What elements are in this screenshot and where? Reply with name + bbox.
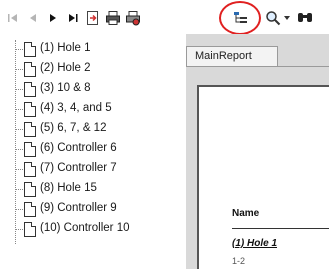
document-icon [24,82,36,97]
find-icon[interactable] [296,9,314,27]
tree-item-label: (4) 3, 4, and 5 [40,102,112,114]
tree-branch-line [15,149,23,150]
document-icon [24,102,36,117]
tree-item[interactable]: (5) 6, 7, & 12 [0,120,185,140]
annotation-circle [219,1,261,35]
tree-item[interactable]: (9) Controller 9 [0,200,185,220]
tree-item-label: (9) Controller 9 [40,202,117,214]
tree-item-label: (10) Controller 10 [40,222,130,234]
print-icon[interactable] [104,9,122,27]
report-toolbar [0,0,329,35]
document-icon [24,42,36,57]
tree-item[interactable]: (1) Hole 1 [0,40,185,60]
export-icon[interactable] [84,9,102,27]
tree-branch-line [15,89,23,90]
tree-item[interactable]: (6) Controller 6 [0,140,185,160]
document-icon [24,182,36,197]
tree-branch-line [15,209,23,210]
document-icon [24,162,36,177]
report-row-link[interactable]: (1) Hole 1 [232,238,277,249]
tree-item[interactable]: (7) Controller 7 [0,160,185,180]
next-page-icon[interactable] [44,9,62,27]
report-row-subtext: 1-2 [232,256,246,266]
last-page-icon[interactable] [64,9,82,27]
tree-item-label: (1) Hole 1 [40,42,91,54]
document-icon [24,122,36,137]
document-icon [24,202,36,217]
document-icon [24,62,36,77]
prev-page-icon[interactable] [24,9,42,27]
zoom-icon[interactable] [264,9,282,27]
tree-branch-line [15,129,23,130]
tree-branch-line [15,229,23,230]
header-divider [232,228,329,229]
tab-mainreport[interactable]: MainReport [186,46,278,66]
first-page-icon[interactable] [4,9,22,27]
tree-item[interactable]: (4) 3, 4, and 5 [0,100,185,120]
document-icon [24,142,36,157]
tree-item[interactable]: (10) Controller 10 [0,220,185,240]
tree-branch-line [15,189,23,190]
tree-branch-line [15,69,23,70]
tree-branch-line [15,49,23,50]
tree-item-label: (6) Controller 6 [40,142,117,154]
document-icon [24,222,36,237]
tree-item-label: (2) Hole 2 [40,62,91,74]
tree-branch-line [15,109,23,110]
tree-item[interactable]: (8) Hole 15 [0,180,185,200]
tree-item[interactable]: (3) 10 & 8 [0,80,185,100]
tree-item-label: (7) Controller 7 [40,162,117,174]
tree-item-label: (5) 6, 7, & 12 [40,122,107,134]
tree-item[interactable]: (2) Hole 2 [0,60,185,80]
column-header-name: Name [232,208,260,219]
print-setup-icon[interactable] [124,9,142,27]
tab-separator [186,66,329,67]
tree-item-label: (3) 10 & 8 [40,82,91,94]
zoom-dropdown-icon[interactable] [282,9,292,27]
tree-branch-line [15,169,23,170]
tree-item-label: (8) Hole 15 [40,182,97,194]
